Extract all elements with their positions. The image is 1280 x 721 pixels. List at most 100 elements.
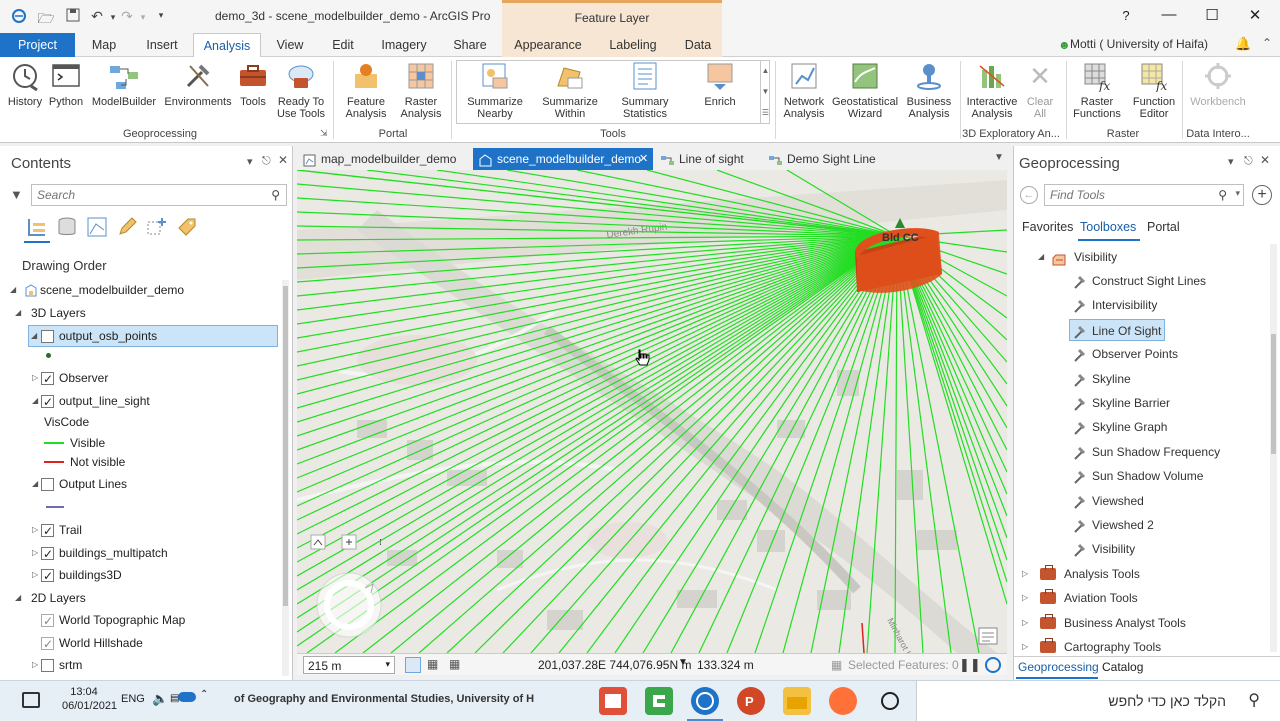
toolset-visibility[interactable]: ◢ Visibility [1038, 246, 1258, 268]
user-name[interactable]: Motti ( University of Haifa) [1070, 37, 1208, 51]
pane-menu-icon[interactable]: ▾ [1228, 155, 1234, 168]
firefox-icon[interactable] [829, 687, 857, 715]
tab-line-of-sight[interactable]: Line of sight [655, 148, 755, 170]
coordinate-format-dropdown[interactable]: ▼ [678, 657, 688, 668]
collapse-arrow-icon[interactable]: ◢ [15, 588, 25, 608]
layer-visibility-checkbox[interactable] [41, 369, 54, 389]
input-language[interactable]: ENG [121, 693, 145, 705]
toc-2d-layers[interactable]: ◢ 2D Layers [15, 588, 275, 608]
navigation-mode-icon[interactable]: ▦ [427, 657, 443, 673]
clock[interactable]: 13:04 06/01/2021 [62, 685, 117, 713]
taskbar-search-box[interactable]: הקלד כאן כדי לחפש ⚲ [916, 681, 1280, 721]
powerpoint-icon[interactable]: P [737, 687, 765, 715]
toolbox-cartography-tools[interactable]: ▷ Cartography Tools [1022, 636, 1252, 658]
collapse-arrow-icon[interactable]: ◢ [31, 326, 41, 346]
selection-view-icon[interactable] [86, 216, 108, 238]
feature-analysis-button[interactable]: Feature Analysis [340, 60, 392, 120]
layer-visibility-checkbox[interactable] [41, 659, 54, 672]
filter-icon[interactable]: ▼ [10, 187, 23, 202]
tab-portal[interactable]: Portal [1147, 220, 1180, 234]
tool-skyline-graph[interactable]: Skyline Graph [1070, 416, 1250, 438]
ready-to-use-tools-button[interactable]: Ready To Use Tools [272, 60, 330, 120]
close-pane-icon[interactable]: ✕ [1260, 153, 1270, 167]
tab-map-modelbuilder-demo[interactable]: map_modelbuilder_demo [297, 148, 469, 170]
layer-visibility-checkbox[interactable] [41, 521, 54, 541]
toc-scene[interactable]: ◢ scene_modelbuilder_demo [10, 280, 280, 300]
toc-output-line-sight[interactable]: ◢ output_line_sight [30, 391, 280, 412]
presenter-app-icon[interactable] [599, 687, 627, 715]
tab-map[interactable]: Map [80, 33, 128, 57]
toolbox-business-analyst-tools[interactable]: ▷ Business Analyst Tools [1022, 612, 1252, 634]
tabs-overflow-icon[interactable]: ▼ [994, 152, 1004, 163]
volume-icon[interactable]: 🔈 [152, 691, 168, 707]
clear-all-button[interactable]: ✕ Clear All [1022, 60, 1058, 120]
pause-drawing-button[interactable]: ❚❚ [959, 657, 981, 673]
tab-geoprocessing[interactable]: Geoprocessing [1018, 660, 1099, 674]
geoprocessing-scrollbar[interactable] [1270, 244, 1277, 652]
save-icon[interactable] [64, 8, 82, 24]
toolbox-analysis-tools[interactable]: ▷ Analysis Tools [1022, 563, 1252, 585]
geoprocessing-launcher-icon[interactable]: ⇲ [320, 128, 328, 139]
collapse-arrow-icon[interactable]: ◢ [1038, 246, 1044, 268]
pin-icon[interactable]: ⎋ [262, 155, 271, 168]
tool-skyline-barrier[interactable]: Skyline Barrier [1070, 392, 1250, 414]
toc-srtm[interactable]: ▷ srtm [30, 655, 280, 675]
tab-demo-sight-line[interactable]: Demo Sight Line [763, 148, 883, 170]
customize-toolbar-icon[interactable]: ▾ [152, 10, 170, 26]
summary-statistics-button[interactable]: Summary Statistics [614, 60, 676, 120]
onedrive-icon[interactable] [178, 692, 196, 702]
data-source-icon[interactable] [56, 216, 78, 238]
action-center-icon[interactable] [22, 692, 40, 708]
tab-favorites[interactable]: Favorites [1022, 220, 1073, 234]
cortana-icon[interactable] [876, 687, 904, 715]
chevron-down-icon[interactable]: ▾ [1235, 188, 1240, 199]
raster-functions-button[interactable]: fx Raster Functions [1070, 60, 1124, 120]
tool-intervisibility[interactable]: Intervisibility [1070, 294, 1250, 316]
tab-view[interactable]: View [268, 33, 312, 57]
tab-insert[interactable]: Insert [136, 33, 188, 57]
nav-up-button[interactable] [310, 534, 326, 550]
contents-scrollbar[interactable] [282, 280, 289, 676]
history-button[interactable]: History [4, 60, 46, 108]
workbench-button[interactable]: Workbench [1186, 60, 1250, 108]
close-window-button[interactable]: ✕ [1244, 6, 1266, 26]
gallery-scroll[interactable]: ▲ ▼ ☰ [760, 60, 770, 124]
camtasia-app-icon[interactable] [645, 687, 673, 715]
environments-button[interactable]: Environments [161, 60, 235, 108]
tool-skyline[interactable]: Skyline [1070, 368, 1250, 390]
summarize-within-button[interactable]: Summarize Within [536, 60, 604, 120]
tool-sun-shadow-volume[interactable]: Sun Shadow Volume [1070, 465, 1250, 487]
tools-button[interactable]: Tools [236, 60, 270, 108]
tab-analysis[interactable]: Analysis [193, 33, 261, 58]
layer-visibility-checkbox[interactable] [41, 611, 54, 631]
open-folder-icon[interactable]: 🗁 [37, 8, 55, 26]
toc-output-lines[interactable]: ◢ Output Lines [30, 474, 280, 494]
table-view-icon[interactable]: ▦ [449, 657, 465, 673]
show-hidden-icons[interactable]: ⌃ [200, 689, 208, 700]
layer-visibility-checkbox[interactable] [41, 566, 54, 586]
toolbox-aviation-tools[interactable]: ▷ Aviation Tools [1022, 587, 1252, 609]
python-button[interactable]: Python [46, 60, 86, 108]
tool-viewshed-2[interactable]: Viewshed 2 [1070, 514, 1250, 536]
function-editor-button[interactable]: fx Function Editor [1126, 60, 1182, 120]
tab-catalog[interactable]: Catalog [1102, 660, 1143, 674]
tool-construct-sight-lines[interactable]: Construct Sight Lines [1070, 270, 1250, 292]
maximize-button[interactable]: ☐ [1201, 6, 1223, 26]
enrich-button[interactable]: Enrich [694, 60, 746, 108]
scene-canvas[interactable]: Derekh Rupin Minharot Hako Bld CC ⁞ [297, 170, 1007, 653]
modelbuilder-button[interactable]: ModelBuilder [88, 60, 160, 108]
close-pane-icon[interactable]: ✕ [278, 153, 288, 167]
tab-scene-modelbuilder-demo[interactable]: scene_modelbuilder_demo ✕ [473, 148, 653, 170]
tab-edit[interactable]: Edit [322, 33, 364, 57]
tab-share[interactable]: Share [446, 33, 494, 57]
contents-search[interactable]: ⚲ [31, 184, 287, 206]
editing-pencil-icon[interactable] [116, 216, 138, 238]
help-button[interactable]: ? [1115, 8, 1137, 28]
scene-toolbar-icon[interactable] [978, 627, 998, 645]
business-analysis-button[interactable]: Business Analysis [902, 60, 956, 120]
toc-3d-layers[interactable]: ◢ 3D Layers [15, 303, 275, 323]
tool-line-of-sight[interactable]: Line Of Sight [1069, 318, 1165, 341]
collapse-arrow-icon[interactable]: ◢ [10, 280, 20, 300]
layer-visibility-checkbox[interactable] [41, 392, 54, 412]
pin-icon[interactable]: ⎋ [1244, 155, 1253, 168]
